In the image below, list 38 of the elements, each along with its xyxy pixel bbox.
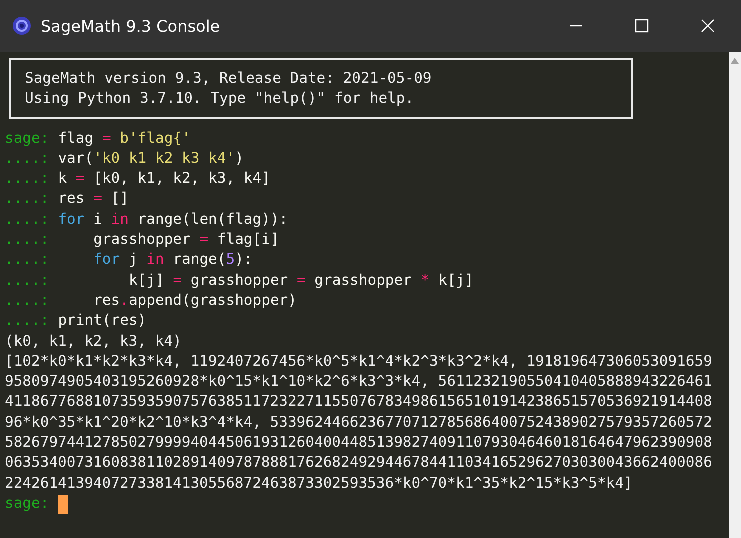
code-line: res.append(grasshopper) xyxy=(92,290,297,311)
banner-text: Using Python 3.7.10. Type "help()" for help. xyxy=(25,89,416,110)
code-line: k = [k0, k1, k2, k3, k4] xyxy=(58,169,270,190)
prompt: ....: xyxy=(5,270,50,291)
code-line: flag = b'flag{' xyxy=(58,128,191,149)
code-line: k[j] = grasshopper = grasshopper * k[j] xyxy=(128,270,474,291)
output-line: 96*k0^35*k1^20*k2^10*k3^4*k4, 53396244662367707127856864007524389027579357260572 xyxy=(5,412,712,433)
output-line: 06353400731608381102891409787888176268249294467844110341652962703030043662400086 xyxy=(5,453,712,474)
text-cursor xyxy=(58,494,68,514)
code-line: res = [] xyxy=(58,189,129,210)
maximize-icon xyxy=(635,19,649,33)
prompt: sage: xyxy=(5,128,50,149)
prompt: ....: xyxy=(5,169,50,190)
output-line: (k0, k1, k2, k3, k4) xyxy=(5,332,182,352)
prompt: ....: xyxy=(5,210,50,230)
scroll-up-icon[interactable] xyxy=(731,58,739,64)
prompt: ....: xyxy=(5,311,50,332)
scrollbar[interactable] xyxy=(729,52,741,538)
banner-text: SageMath version 9.3, Release Date: 2021-05-09 xyxy=(25,69,433,89)
prompt: ....: xyxy=(5,148,50,169)
output-line: 9580974905403195260928*k0^15*k1^10*k2^6*k3^3*k4, 5611232190550410405888943226461 xyxy=(5,372,712,392)
code-line: print(res) xyxy=(58,311,147,332)
prompt: ....: xyxy=(5,230,50,250)
prompt: ....: xyxy=(5,189,50,210)
code-line: for j in range(5): xyxy=(92,250,253,270)
window-title: SageMath 9.3 Console xyxy=(41,16,222,36)
code-line: grasshopper = flag[i] xyxy=(92,230,280,250)
sage-logo-icon xyxy=(12,16,32,36)
prompt: ....: xyxy=(5,250,50,270)
output-line: 58267974412785027999940445061931260400448513982740911079304646018164647962390908 xyxy=(5,433,712,454)
prompt: sage: xyxy=(5,494,50,514)
code-line: var('k0 k1 k2 k3 k4') xyxy=(58,148,244,169)
output-line: 22426141394072733814130556872463873302593536*k0^70*k1^35*k2^15*k3^5*k4] xyxy=(5,474,633,494)
output-line: [102*k0*k1*k2*k3*k4, 1192407267456*k0^5*k1^4*k2^3*k3^2*k4, 191819647306053091659 xyxy=(5,352,712,372)
prompt: ....: xyxy=(5,290,50,311)
output-line: 41186776881073593590757638511723227115507678349861565101914238651570536921914408 xyxy=(5,392,712,412)
close-icon xyxy=(701,19,715,33)
code-line: for i in range(len(flag)): xyxy=(58,210,288,230)
